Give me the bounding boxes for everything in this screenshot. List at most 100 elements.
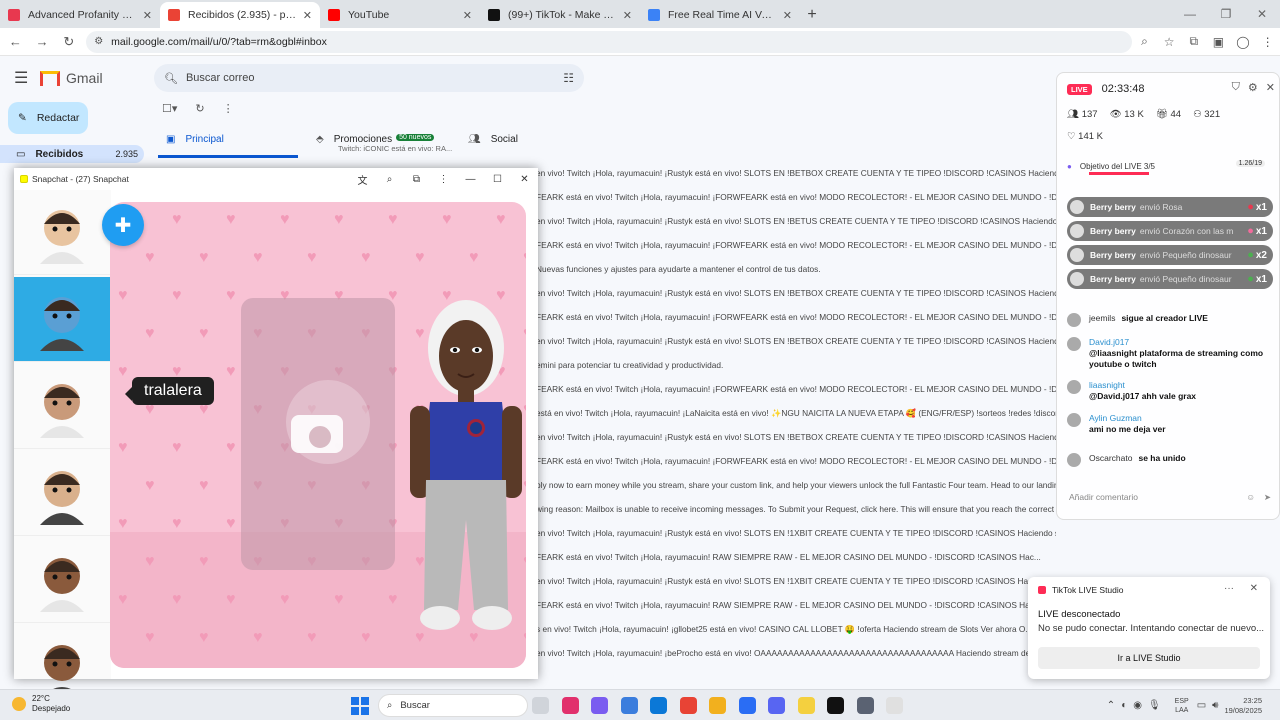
mail-search-input[interactable]: 🔍︎ Buscar correo ☷ <box>154 64 584 92</box>
minimize-button[interactable]: — <box>1172 0 1208 28</box>
sidebar-item-inbox[interactable]: ▭ Recibidos 2.935 <box>0 145 144 163</box>
close-icon[interactable]: ✕ <box>1250 583 1258 594</box>
tab-youtube[interactable]: YouTube ✕ <box>320 2 480 28</box>
app-icon[interactable] <box>797 697 815 714</box>
extensions-icon[interactable]: ⧉ <box>1181 30 1206 54</box>
settings-icon[interactable]: ⚙ <box>1248 81 1258 94</box>
tab-principal[interactable]: ▣ Principal <box>158 126 298 158</box>
compose-button[interactable]: ✎ Redactar <box>8 102 88 134</box>
more-options-icon[interactable]: ··· <box>1224 583 1234 594</box>
chat-list-item[interactable] <box>14 538 111 623</box>
taskbar-search[interactable]: ⌕ Buscar <box>378 694 528 717</box>
close-icon[interactable]: ✕ <box>783 9 792 22</box>
new-tab-button[interactable]: + <box>800 2 824 28</box>
app-icon[interactable] <box>738 697 756 714</box>
new-chat-button[interactable]: ✚ <box>102 204 144 246</box>
mail-row[interactable]: s en vivo! Twitch ¡Hola, rayumacuin! ¡gl… <box>536 624 1056 636</box>
mail-row[interactable]: en vivo! Twitch ¡Hola, rayumacuin! ¡Rust… <box>536 576 1056 588</box>
mail-row[interactable]: FEARK está en vivo! Twitch ¡Hola, rayuma… <box>536 552 1056 564</box>
search-icon[interactable]: 🔍︎ <box>164 72 178 85</box>
chrome-icon[interactable] <box>679 697 697 714</box>
comment-user[interactable]: liaasnight <box>1067 380 1273 391</box>
extensions-icon[interactable]: ⧉ <box>403 168 430 190</box>
mail-row[interactable]: ply now to earn money while you stream, … <box>536 480 1056 492</box>
tab-profanity-filter[interactable]: Advanced Profanity Filter ✕ <box>0 2 160 28</box>
weather-widget[interactable]: 22°C Despejado <box>12 694 70 714</box>
mail-row[interactable]: en vivo! Twitch ¡Hola, rayumacuin! ¡Rust… <box>536 336 1056 348</box>
close-icon[interactable]: ✕ <box>463 9 472 22</box>
live-goal[interactable]: ● Objetivo del LIVE 3/5 1.26/19 <box>1067 157 1273 175</box>
url-field[interactable]: ⚙ mail.google.com/mail/u/0/?tab=rm&ogbl#… <box>86 30 1133 53</box>
emoji-icon[interactable]: ☺ <box>1246 492 1255 502</box>
tray-overflow-icon[interactable]: ⌃ <box>1107 700 1115 711</box>
minimize-button[interactable]: — <box>457 168 484 190</box>
tab-social[interactable]: 👥︎ Social <box>468 126 548 158</box>
mail-row[interactable]: emini para potenciar tu creatividad y pr… <box>536 360 1056 372</box>
edge-icon[interactable] <box>650 697 667 714</box>
language-indicator[interactable]: ESP LAA <box>1175 697 1189 715</box>
maximize-button[interactable]: ❐ <box>1208 0 1244 28</box>
more-options-icon[interactable]: ⋮ <box>223 102 234 115</box>
mail-row[interactable]: está en vivo! Twitch ¡Hola, rayumacuin! … <box>536 408 1056 420</box>
reload-button[interactable]: ↻ <box>57 30 80 54</box>
mail-row[interactable]: FEARK está en vivo! Twitch ¡Hola, rayuma… <box>536 312 1056 324</box>
instagram-icon[interactable] <box>561 697 579 714</box>
app-icon[interactable] <box>886 697 903 714</box>
copilot-icon[interactable] <box>591 697 608 714</box>
maximize-button[interactable]: ☐ <box>484 168 511 190</box>
chat-list-item[interactable] <box>14 190 111 275</box>
mail-row[interactable]: FEARK está en vivo! Twitch ¡Hola, rayuma… <box>536 600 1056 612</box>
app-icon[interactable] <box>856 697 874 714</box>
lock-icon[interactable]: ⛉ <box>1232 81 1240 94</box>
mail-row[interactable]: wing reason: Mailbox is unable to receiv… <box>536 504 1056 516</box>
search-options-icon[interactable]: ☷ <box>563 71 574 85</box>
clock[interactable]: 23:25 19/08/2025 <box>1224 696 1262 716</box>
send-icon[interactable]: ➤ <box>1264 492 1271 503</box>
mail-row[interactable]: FEARK está en vivo! Twitch ¡Hola, rayuma… <box>536 240 1056 252</box>
tiktok-icon[interactable] <box>827 697 844 714</box>
mail-row[interactable]: FEARK está en vivo! Twitch ¡Hola, rayuma… <box>536 384 1056 396</box>
close-icon[interactable]: ✕ <box>1266 81 1275 94</box>
comment-user[interactable]: Aylin Guzman <box>1067 413 1273 424</box>
site-info-icon[interactable]: ⚙ <box>94 36 103 47</box>
zoom-icon[interactable]: ⌕ <box>376 168 403 190</box>
mail-row[interactable]: FEARK está en vivo! Twitch ¡Hola, rayuma… <box>536 456 1056 468</box>
profile-icon[interactable]: ◯ <box>1231 30 1256 54</box>
camera-icon[interactable] <box>291 415 343 453</box>
bookmark-star-icon[interactable]: ☆ <box>1157 30 1182 54</box>
hamburger-menu-icon[interactable]: ☰ <box>14 68 34 88</box>
mail-row[interactable]: FEARK está en vivo! Twitch ¡Hola, rayuma… <box>536 192 1056 204</box>
mail-row[interactable]: Nuevas funciones y ajustes para ayudarte… <box>536 264 1056 276</box>
folder-icon[interactable] <box>709 697 726 714</box>
tray-app-icon[interactable]: ◉ <box>1133 700 1142 711</box>
browser-menu-icon[interactable]: ⋮ <box>1255 30 1280 54</box>
tab-promociones[interactable]: ⬘ Promociones 50 nuevos Twitch: iCONIC e… <box>316 126 466 158</box>
volume-icon[interactable]: 🔊︎ <box>1212 700 1218 711</box>
mail-row[interactable]: en vivo! Twitch ¡Hola, rayumacuin! ¡Rust… <box>536 528 1056 540</box>
mail-row[interactable]: en vivo! Twitch ¡Hola, rayumacuin! ¡Rust… <box>536 432 1056 444</box>
gmail-logo[interactable]: Gmail <box>40 70 103 86</box>
tab-tiktok[interactable]: (99+) TikTok - Make Your Day ✕ <box>480 2 640 28</box>
store-icon[interactable] <box>620 697 638 714</box>
comment-input[interactable]: Añadir comentario ☺ ➤ <box>1065 487 1273 507</box>
mail-row[interactable]: en vivo! Twitch ¡Hola, rayumacuin! ¡Rust… <box>536 216 1056 228</box>
start-button[interactable] <box>351 697 369 715</box>
select-checkbox[interactable]: ☐▾ <box>162 102 177 115</box>
forward-button[interactable]: → <box>31 30 54 54</box>
more-options-icon[interactable]: ⋮ <box>430 168 457 190</box>
refresh-icon[interactable]: ↻ <box>195 102 204 115</box>
sidepanel-icon[interactable]: ▣ <box>1206 30 1231 54</box>
chat-list-item[interactable] <box>14 277 111 362</box>
comment-user[interactable]: jeemils <box>1089 313 1115 324</box>
microphone-icon[interactable]: 🎙︎ <box>1148 700 1161 711</box>
tray-app-icon[interactable]: ◐ <box>1121 700 1127 711</box>
back-button[interactable]: ← <box>4 30 27 54</box>
chat-list-item[interactable] <box>14 364 111 449</box>
discord-icon[interactable] <box>768 697 785 714</box>
open-live-studio-button[interactable]: Ir a LIVE Studio <box>1038 647 1260 669</box>
translate-icon[interactable]: 文 <box>349 168 376 190</box>
chat-list-item[interactable] <box>14 451 111 536</box>
file-explorer-icon[interactable] <box>532 697 549 714</box>
mail-row[interactable]: en vivo! Twitch ¡Hola, rayumacuin! ¡bePr… <box>536 648 1056 660</box>
close-window-button[interactable]: ✕ <box>1244 0 1280 28</box>
